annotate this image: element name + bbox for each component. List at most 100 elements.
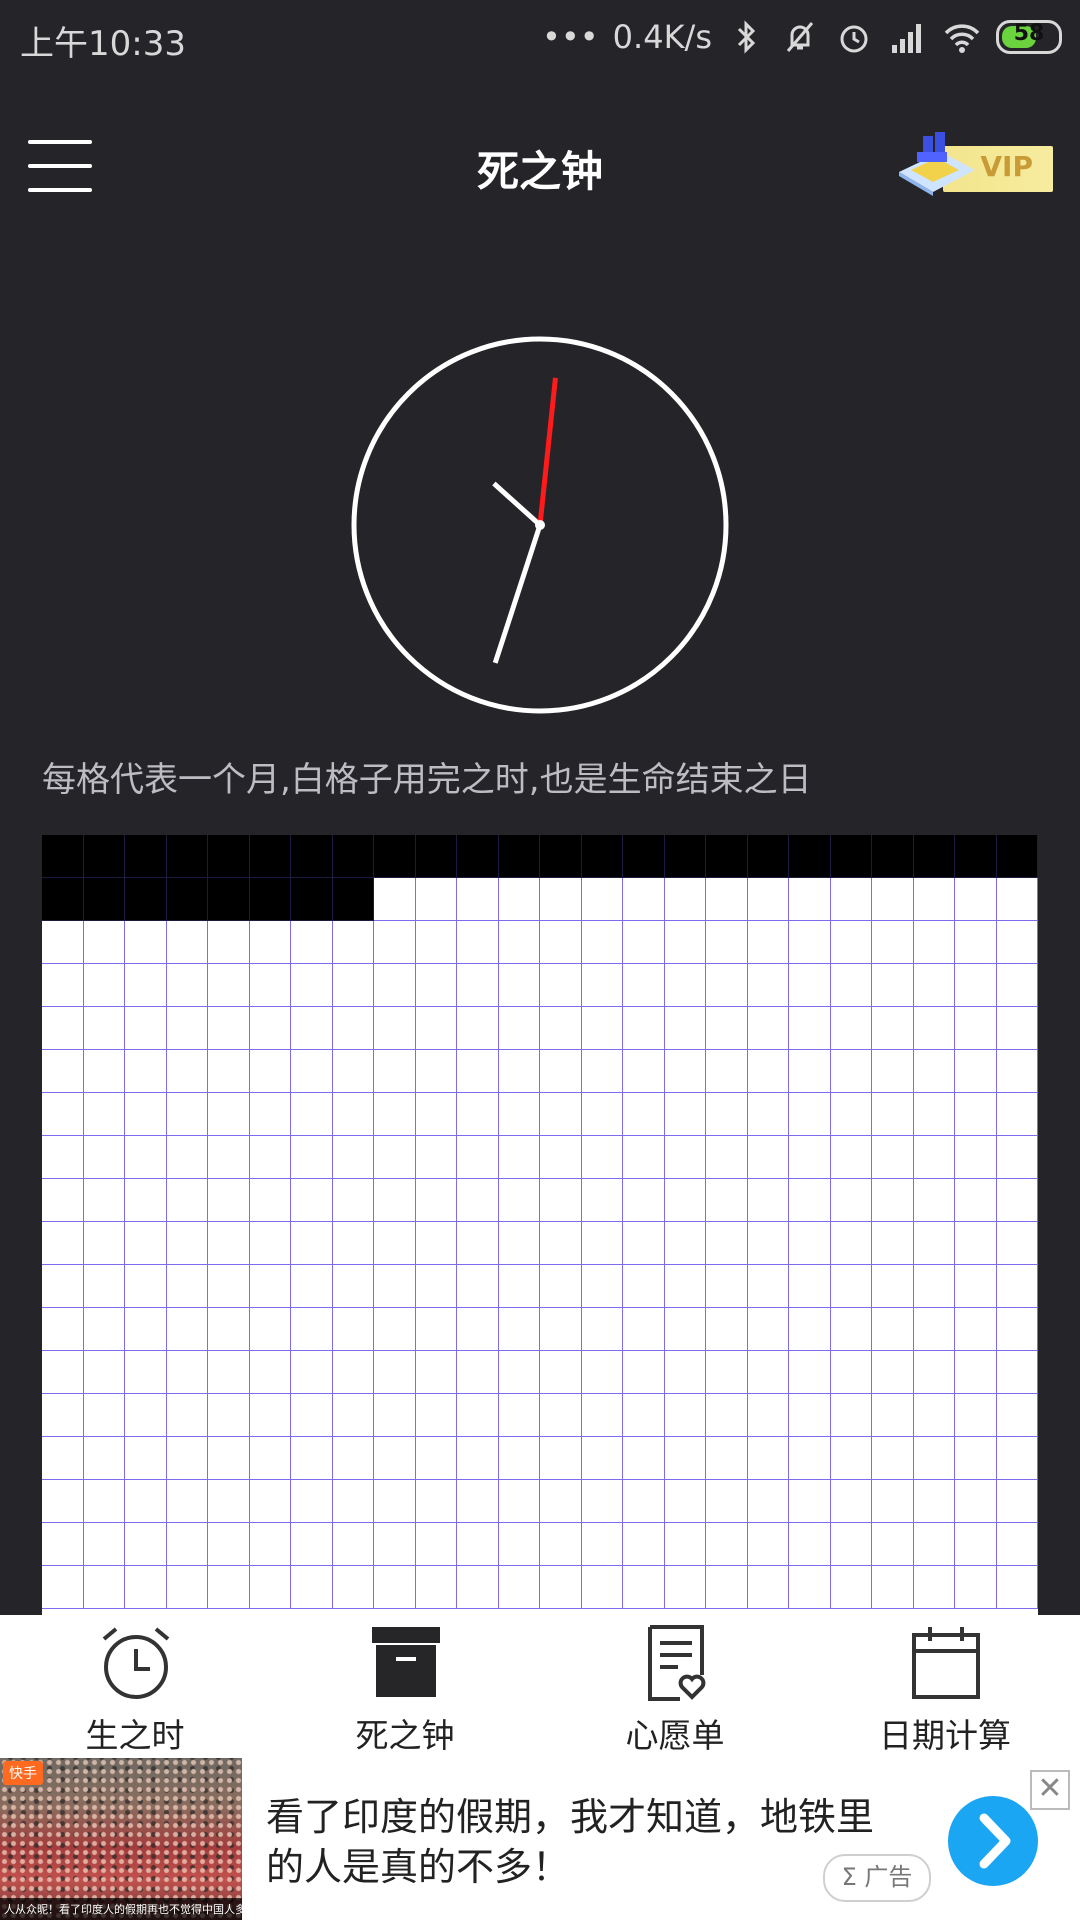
month-cell-remaining: [872, 1093, 914, 1136]
month-cell-remaining: [996, 964, 1038, 1007]
month-cell-remaining: [249, 1093, 291, 1136]
month-cell-remaining: [872, 1566, 914, 1609]
month-cell-remaining: [913, 1179, 955, 1222]
nav-wish-list[interactable]: 心愿单: [540, 1615, 810, 1758]
month-cell-remaining: [706, 1351, 748, 1394]
month-cell-remaining: [706, 1566, 748, 1609]
month-cell-used: [498, 835, 540, 878]
month-cell-remaining: [166, 1523, 208, 1566]
month-cell-remaining: [913, 964, 955, 1007]
month-cell-remaining: [498, 878, 540, 921]
nav-death-clock[interactable]: 死之钟: [270, 1615, 540, 1758]
month-cell-remaining: [415, 1351, 457, 1394]
month-cell-remaining: [581, 1394, 623, 1437]
month-cell-used: [42, 878, 84, 921]
ad-image[interactable]: 快手 人从众昵！看了印度人的假期再也不觉得中国人多了！: [0, 1758, 242, 1920]
month-cell-used: [166, 878, 208, 921]
life-grid: [42, 835, 1038, 1615]
month-cell-remaining: [498, 1480, 540, 1523]
month-cell-remaining: [540, 921, 582, 964]
month-cell-remaining: [913, 1566, 955, 1609]
month-cell-remaining: [332, 921, 374, 964]
month-cell-remaining: [913, 1394, 955, 1437]
month-cell-remaining: [83, 1050, 125, 1093]
month-cell-remaining: [498, 964, 540, 1007]
month-cell-remaining: [996, 1050, 1038, 1093]
month-cell-remaining: [42, 1136, 84, 1179]
ad-open-button[interactable]: [948, 1796, 1038, 1886]
month-cell-remaining: [872, 1007, 914, 1050]
month-cell-remaining: [208, 1437, 250, 1480]
month-cell-remaining: [540, 1050, 582, 1093]
month-cell-remaining: [706, 1437, 748, 1480]
month-cell-used: [249, 878, 291, 921]
month-cell-remaining: [457, 964, 499, 1007]
month-cell-remaining: [747, 1480, 789, 1523]
month-cell-remaining: [540, 1351, 582, 1394]
month-cell-remaining: [747, 878, 789, 921]
month-cell-remaining: [789, 1308, 831, 1351]
month-cell-remaining: [540, 964, 582, 1007]
month-cell-remaining: [457, 1050, 499, 1093]
month-cell-remaining: [955, 1523, 997, 1566]
month-cell-remaining: [623, 1050, 665, 1093]
month-cell-remaining: [747, 1523, 789, 1566]
month-cell-used: [374, 835, 416, 878]
month-cell-remaining: [996, 1394, 1038, 1437]
month-cell-used: [996, 835, 1038, 878]
vip-button[interactable]: VIP: [893, 130, 1053, 196]
nav-birth-time[interactable]: 生之时: [0, 1615, 270, 1758]
month-cell-remaining: [955, 1093, 997, 1136]
month-cell-remaining: [830, 1179, 872, 1222]
month-cell-remaining: [374, 1308, 416, 1351]
month-cell-remaining: [208, 1093, 250, 1136]
month-cell-remaining: [955, 1179, 997, 1222]
month-cell-remaining: [540, 1437, 582, 1480]
nav-label: 日期计算: [879, 1716, 1011, 1755]
month-cell-remaining: [581, 1093, 623, 1136]
month-cell-remaining: [166, 1265, 208, 1308]
month-cell-remaining: [872, 1480, 914, 1523]
month-cell-remaining: [498, 1437, 540, 1480]
month-cell-remaining: [789, 1007, 831, 1050]
month-cell-remaining: [623, 1480, 665, 1523]
month-cell-remaining: [415, 1308, 457, 1351]
month-cell-remaining: [706, 878, 748, 921]
month-cell-remaining: [830, 1351, 872, 1394]
month-cell-remaining: [374, 1351, 416, 1394]
month-cell-remaining: [208, 921, 250, 964]
month-cell-remaining: [540, 1566, 582, 1609]
month-cell-remaining: [457, 1222, 499, 1265]
month-cell-remaining: [955, 1351, 997, 1394]
month-cell-remaining: [747, 1265, 789, 1308]
month-cell-remaining: [83, 921, 125, 964]
month-cell-remaining: [415, 1136, 457, 1179]
month-cell-remaining: [706, 964, 748, 1007]
ad-banner[interactable]: 快手 人从众昵！看了印度人的假期再也不觉得中国人多了！ 看了印度的假期，我才知道…: [0, 1758, 1080, 1920]
vip-card-icon: [899, 132, 975, 196]
more-dots-icon: •••: [542, 18, 599, 56]
month-cell-remaining: [374, 1394, 416, 1437]
month-cell-remaining: [830, 1566, 872, 1609]
month-cell-remaining: [332, 1480, 374, 1523]
month-cell-used: [42, 835, 84, 878]
month-cell-remaining: [166, 1394, 208, 1437]
month-cell-remaining: [457, 1179, 499, 1222]
month-cell-remaining: [291, 1394, 333, 1437]
month-cell-remaining: [166, 1179, 208, 1222]
ad-headline[interactable]: 看了印度的假期，我才知道，地铁里的人是真的不多！: [266, 1792, 906, 1892]
month-cell-remaining: [332, 1222, 374, 1265]
month-cell-used: [955, 835, 997, 878]
month-cell-remaining: [913, 1136, 955, 1179]
month-cell-remaining: [332, 1394, 374, 1437]
month-cell-remaining: [374, 1523, 416, 1566]
month-cell-remaining: [457, 1394, 499, 1437]
month-cell-remaining: [955, 1308, 997, 1351]
month-cell-remaining: [747, 1308, 789, 1351]
month-cell-remaining: [374, 1437, 416, 1480]
nav-date-calc[interactable]: 日期计算: [810, 1615, 1080, 1758]
month-cell-used: [83, 878, 125, 921]
month-cell-remaining: [789, 1480, 831, 1523]
ad-close-button[interactable]: ✕: [1030, 1770, 1070, 1810]
month-cell-remaining: [166, 1437, 208, 1480]
